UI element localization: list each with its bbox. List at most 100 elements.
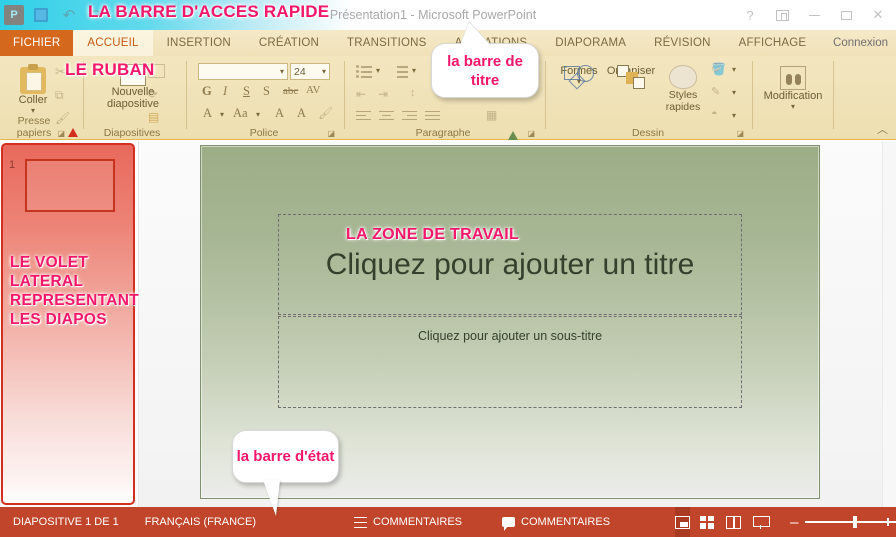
increase-indent-icon[interactable]: ⇥: [378, 87, 388, 101]
comment-icon: [502, 517, 516, 531]
editing-button[interactable]: Modification ▾: [763, 66, 823, 111]
decrease-indent-icon[interactable]: ⇤: [356, 87, 366, 101]
align-left-icon[interactable]: [356, 111, 371, 122]
chevron-down-icon: ▾: [279, 67, 284, 76]
strikethrough-button[interactable]: abc: [283, 85, 298, 97]
tab-transitions[interactable]: TRANSITIONS: [333, 30, 441, 56]
font-color-button[interactable]: A: [203, 106, 212, 121]
callout-title-bar-text: la barre de titre: [447, 52, 523, 89]
chevron-down-icon[interactable]: ▾: [256, 110, 260, 119]
italic-button[interactable]: I: [223, 84, 227, 99]
slide-counter[interactable]: DIAPOSITIVE 1 DE 1: [0, 507, 132, 537]
tab-diaporama[interactable]: DIAPORAMA: [541, 30, 640, 56]
format-painter-icon[interactable]: 🖌: [55, 111, 70, 125]
paste-button[interactable]: Coller ▾: [6, 64, 60, 115]
shapes-icon: [564, 65, 594, 91]
quick-styles-label: Styles rapides: [665, 89, 701, 113]
reset-icon[interactable]: ⟳: [148, 87, 158, 101]
subtitle-placeholder[interactable]: Cliquez pour ajouter un sous-titre: [278, 316, 742, 408]
collapse-ribbon-button[interactable]: ︿: [877, 121, 888, 137]
chevron-down-icon[interactable]: ▾: [376, 66, 380, 75]
normal-view-button[interactable]: [675, 507, 691, 537]
undo-button[interactable]: ↶: [58, 4, 80, 26]
slide-sorter-view-button[interactable]: [700, 507, 715, 537]
comments-button[interactable]: COMMENTAIRES: [489, 507, 623, 537]
ribbon-display-options-button[interactable]: [766, 2, 798, 28]
chevron-down-icon[interactable]: ▾: [732, 88, 736, 97]
font-size-select[interactable]: 24 ▾: [290, 63, 330, 80]
convert-to-smartart-icon[interactable]: ▦: [486, 108, 497, 122]
group-drawing-label: Dessin: [631, 127, 665, 139]
chevron-down-icon[interactable]: ▾: [732, 65, 736, 74]
shadow-button[interactable]: S: [263, 84, 270, 99]
chevron-down-icon: ▾: [30, 106, 35, 115]
numbering-icon[interactable]: [392, 65, 408, 78]
underline-button[interactable]: S: [243, 84, 250, 99]
vertical-scrollbar[interactable]: [882, 141, 896, 507]
tab-fichier[interactable]: FICHIER: [0, 30, 74, 56]
reading-view-button[interactable]: [726, 507, 742, 537]
powerpoint-window: P ↶ ↷ ▼ Présentation1 - Microsoft PowerP…: [0, 0, 896, 537]
slide-thumbnail-number: 1: [9, 159, 16, 171]
signin-link[interactable]: Connexion: [825, 30, 896, 56]
font-family-select[interactable]: ▾: [198, 63, 288, 80]
notes-button[interactable]: COMMENTAIRES: [341, 507, 475, 537]
zoom-out-button[interactable]: –: [790, 514, 798, 531]
decrease-font-size-button[interactable]: A: [297, 106, 306, 121]
status-bar: DIAPOSITIVE 1 DE 1 FRANÇAIS (FRANCE) COM…: [0, 507, 896, 537]
close-button[interactable]: ✕: [862, 2, 894, 28]
chevron-down-icon[interactable]: ▾: [412, 66, 416, 75]
chevron-down-icon[interactable]: ▾: [220, 110, 224, 119]
tab-affichage[interactable]: AFFICHAGE: [725, 30, 821, 56]
title-placeholder[interactable]: Cliquez pour ajouter un titre: [278, 214, 742, 315]
bullets-icon[interactable]: [356, 65, 372, 78]
minimize-button[interactable]: [798, 2, 830, 28]
copy-icon[interactable]: ⧉: [55, 88, 64, 103]
drawing-dialog-launcher[interactable]: ◪: [736, 129, 744, 138]
chevron-down-icon: ▾: [321, 67, 326, 76]
group-font-label: Police: [249, 127, 279, 139]
ribbon-display-options-icon: [775, 9, 789, 21]
help-button[interactable]: ?: [734, 2, 766, 28]
clipboard-dialog-launcher[interactable]: ◪: [57, 129, 65, 138]
shape-effects-icon[interactable]: ◓: [711, 108, 718, 120]
quick-styles-button[interactable]: Styles rapides: [656, 65, 710, 113]
change-case-button[interactable]: Aa: [233, 106, 248, 121]
align-center-icon[interactable]: [379, 111, 394, 122]
tab-creation[interactable]: CRÉATION: [245, 30, 333, 56]
minimize-icon: [808, 14, 820, 16]
notes-icon: [354, 516, 367, 529]
line-spacing-icon[interactable]: ↕: [410, 87, 416, 99]
chevron-down-icon[interactable]: ▾: [732, 111, 736, 120]
maximize-button[interactable]: [830, 2, 862, 28]
arrange-button[interactable]: Organiser ▾: [604, 65, 658, 89]
shape-fill-icon[interactable]: 🪣: [711, 62, 726, 76]
paragraph-dialog-launcher[interactable]: ◪: [527, 129, 535, 138]
character-spacing-button[interactable]: AV: [306, 84, 320, 96]
zoom-slider-thumb[interactable]: [853, 516, 857, 529]
subtitle-placeholder-text: Cliquez pour ajouter un sous-titre: [417, 329, 603, 343]
align-right-icon[interactable]: [402, 111, 417, 122]
font-size-value: 24: [294, 65, 306, 78]
font-dialog-launcher[interactable]: ◪: [327, 129, 335, 138]
save-button[interactable]: [30, 4, 52, 26]
powerpoint-icon: P: [4, 5, 24, 25]
callout-status-bar-text: la barre d'état: [236, 448, 335, 465]
increase-font-size-button[interactable]: A: [275, 106, 284, 121]
section-icon[interactable]: ▤: [148, 110, 159, 124]
zoom-slider[interactable]: [805, 516, 896, 529]
quick-access-annotation: LA BARRE D'ACCES RAPIDE: [88, 2, 330, 21]
shape-outline-icon[interactable]: ✎: [711, 85, 720, 98]
language-indicator[interactable]: FRANÇAIS (FRANCE): [132, 507, 269, 537]
shapes-button[interactable]: Formes ▾: [552, 65, 606, 90]
tab-insertion[interactable]: INSERTION: [153, 30, 245, 56]
clipboard-icon: [20, 64, 46, 94]
tab-accueil[interactable]: ACCUEIL: [73, 30, 153, 56]
bold-button[interactable]: G: [202, 84, 212, 99]
clear-formatting-icon[interactable]: 🖌: [318, 106, 333, 120]
slide-thumbnail-1[interactable]: [25, 159, 115, 212]
justify-icon[interactable]: [425, 111, 440, 122]
callout-title-bar: la barre de titre: [431, 22, 539, 98]
tab-revision[interactable]: RÉVISION: [640, 30, 725, 56]
slideshow-view-button[interactable]: [753, 507, 771, 537]
